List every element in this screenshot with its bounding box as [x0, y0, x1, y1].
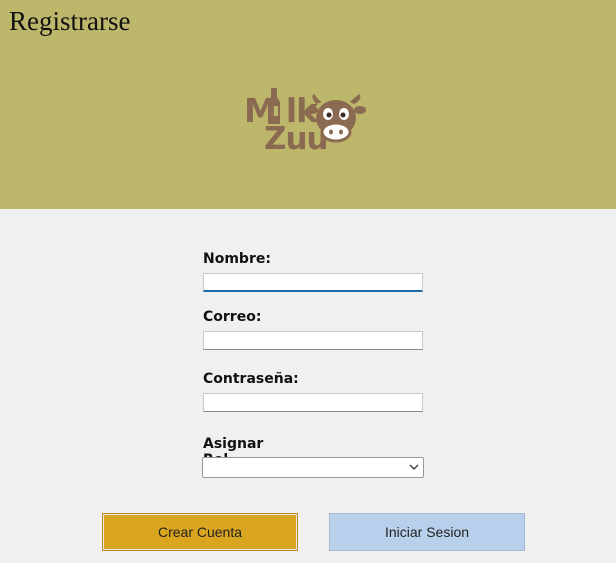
create-account-button[interactable]: Crear Cuenta: [102, 513, 298, 551]
header-banner: Registrarse Mlk Zuu: [0, 0, 616, 209]
correo-label: Correo:: [203, 309, 262, 325]
page-title: Registrarse: [9, 6, 131, 36]
login-button[interactable]: Iniciar Sesion: [329, 513, 525, 551]
rol-select[interactable]: [202, 457, 424, 478]
chevron-down-icon: [409, 464, 419, 470]
milkzuu-logo: Mlk Zuu: [240, 88, 366, 160]
contrasena-input[interactable]: [203, 393, 423, 412]
correo-input[interactable]: [203, 331, 423, 350]
nombre-label: Nombre:: [203, 251, 271, 267]
cow-icon: [306, 94, 366, 143]
nombre-input[interactable]: [203, 273, 423, 292]
contrasena-label: Contraseña:: [203, 371, 299, 387]
